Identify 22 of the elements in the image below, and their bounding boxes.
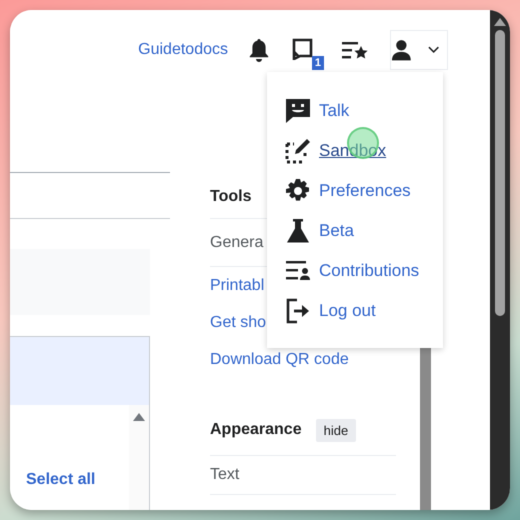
user-icon: [391, 39, 412, 61]
hide-button[interactable]: hide: [316, 418, 356, 442]
username-link[interactable]: Guidetodocs: [138, 41, 228, 59]
appearance-heading: Appearance: [210, 421, 302, 439]
scroll-up-icon[interactable]: [133, 413, 145, 421]
speech-bubble-icon: [285, 98, 311, 124]
menu-link[interactable]: Talk: [319, 101, 350, 121]
bell-icon[interactable]: [248, 38, 270, 62]
sandbox-edit-icon: [285, 138, 311, 164]
menu-link[interactable]: Beta: [319, 221, 354, 241]
notice-count-badge: 1: [312, 56, 324, 70]
flask-icon: [285, 218, 311, 244]
user-list-icon: [285, 260, 311, 282]
scrollbar-thumb[interactable]: [495, 30, 505, 316]
watchlist-icon[interactable]: [342, 40, 368, 60]
select-all-link[interactable]: Select all: [26, 471, 129, 510]
appearance-option: Text: [210, 456, 396, 495]
caret-icon: [428, 46, 439, 54]
menu-link[interactable]: Log out: [319, 301, 376, 321]
user-menu-button[interactable]: [390, 30, 448, 70]
scroll-up-icon[interactable]: [494, 18, 506, 26]
logout-icon: [285, 298, 311, 324]
